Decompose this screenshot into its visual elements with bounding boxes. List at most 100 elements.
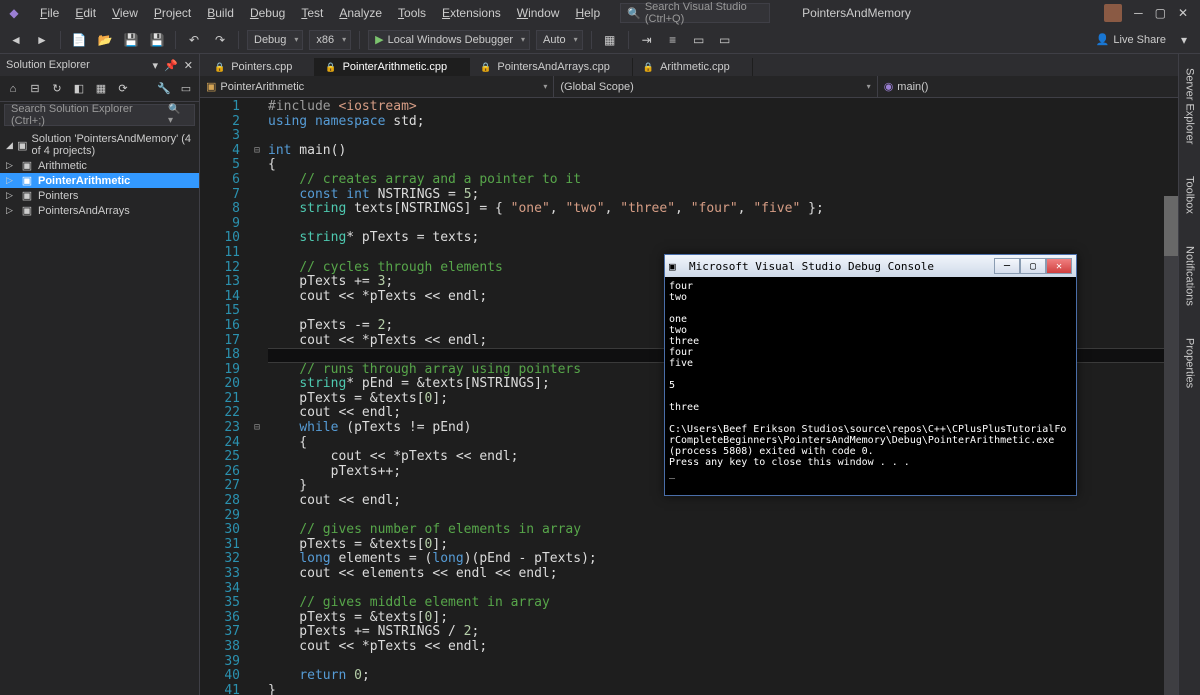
menu-build[interactable]: Build bbox=[199, 2, 242, 24]
menu-help[interactable]: Help bbox=[567, 2, 608, 24]
nav-forward-icon[interactable]: ► bbox=[32, 30, 52, 50]
toolbar-align-icon[interactable]: ≡ bbox=[663, 30, 683, 50]
menu-bar: ◆ FileEditViewProjectBuildDebugTestAnaly… bbox=[0, 0, 1200, 26]
tab-arithmetic-cpp[interactable]: 🔒Arithmetic.cpp bbox=[633, 58, 753, 76]
sync-icon[interactable]: ↻ bbox=[48, 80, 66, 98]
side-tab-toolbox[interactable]: Toolbox bbox=[1182, 170, 1198, 220]
document-tabs: 🔒Pointers.cpp🔒PointerArithmetic.cpp🔒Poin… bbox=[200, 54, 1200, 76]
scrollbar-thumb[interactable] bbox=[1164, 196, 1178, 256]
show-all-icon[interactable]: ▦ bbox=[92, 80, 110, 98]
live-share-icon: 👤 bbox=[1096, 33, 1110, 46]
start-debugging-button[interactable]: ▶ Local Windows Debugger bbox=[368, 30, 530, 50]
panel-close-icon[interactable]: ✕ bbox=[184, 59, 193, 72]
toolbar-icon[interactable]: ▦ bbox=[600, 30, 620, 50]
home-icon[interactable]: ⌂ bbox=[4, 80, 22, 98]
project-icon: ▣ bbox=[206, 80, 216, 93]
tab-pointers-cpp[interactable]: 🔒Pointers.cpp bbox=[204, 58, 315, 76]
save-icon[interactable]: 💾 bbox=[121, 30, 141, 50]
console-minimize-button[interactable]: ─ bbox=[994, 258, 1020, 274]
live-share-button[interactable]: 👤 Live Share bbox=[1096, 33, 1166, 46]
console-output: four two one two three four five 5 three… bbox=[665, 277, 1076, 483]
console-title: Microsoft Visual Studio Debug Console bbox=[689, 260, 934, 273]
solution-config-combo[interactable]: Debug bbox=[247, 30, 303, 50]
feedback-icon[interactable]: ▾ bbox=[1174, 30, 1194, 50]
menu-project[interactable]: Project bbox=[146, 2, 199, 24]
solution-explorer-header: Solution Explorer ▾ 📌 ✕ bbox=[0, 54, 199, 76]
minimize-button[interactable]: ─ bbox=[1134, 6, 1143, 20]
menu-extensions[interactable]: Extensions bbox=[434, 2, 509, 24]
quick-launch-search[interactable]: 🔍 Search Visual Studio (Ctrl+Q) bbox=[620, 3, 770, 23]
lock-icon: 🔒 bbox=[214, 62, 225, 73]
search-icon: 🔍 bbox=[627, 7, 641, 20]
redo-icon[interactable]: ↷ bbox=[210, 30, 230, 50]
console-maximize-button[interactable]: ▢ bbox=[1020, 258, 1046, 274]
solution-explorer-search[interactable]: Search Solution Explorer (Ctrl+;) 🔍 ▾ bbox=[4, 104, 195, 126]
save-all-icon[interactable]: 💾 bbox=[147, 30, 167, 50]
close-button[interactable]: ✕ bbox=[1178, 6, 1188, 20]
undo-icon[interactable]: ↶ bbox=[184, 30, 204, 50]
nav-back-icon[interactable]: ◄ bbox=[6, 30, 26, 50]
navigation-bar: ▣PointerArithmetic (Global Scope) ◉main(… bbox=[200, 76, 1200, 98]
console-titlebar[interactable]: ▣ Microsoft Visual Studio Debug Console … bbox=[665, 255, 1076, 277]
tab-pointerarithmetic-cpp[interactable]: 🔒PointerArithmetic.cpp bbox=[315, 58, 470, 76]
main-toolbar: ◄ ► 📄 📂 💾 💾 ↶ ↷ Debug x86 ▶ Local Window… bbox=[0, 26, 1200, 54]
pin-icon[interactable]: 📌 bbox=[164, 59, 178, 72]
lock-icon: 🔒 bbox=[325, 62, 336, 73]
function-icon: ◉ bbox=[884, 80, 894, 93]
user-avatar-icon[interactable] bbox=[1104, 4, 1122, 22]
play-icon: ▶ bbox=[375, 33, 383, 46]
menu-debug[interactable]: Debug bbox=[242, 2, 293, 24]
solution-explorer-title: Solution Explorer bbox=[6, 59, 90, 71]
menu-edit[interactable]: Edit bbox=[67, 2, 104, 24]
toolbar-uncomment-icon[interactable]: ▭ bbox=[715, 30, 735, 50]
preview-icon[interactable]: ▭ bbox=[177, 80, 195, 98]
side-tab-server-explorer[interactable]: Server Explorer bbox=[1182, 62, 1198, 150]
new-project-icon[interactable]: 📄 bbox=[69, 30, 89, 50]
project-icon: ▣ bbox=[20, 204, 34, 217]
auto-combo[interactable]: Auto bbox=[536, 30, 583, 50]
side-tab-properties[interactable]: Properties bbox=[1182, 332, 1198, 394]
solution-explorer-toolbar: ⌂ ⊟ ↻ ◧ ▦ ⟳ 🔧 ▭ bbox=[0, 76, 199, 102]
search-placeholder: Search Visual Studio (Ctrl+Q) bbox=[645, 1, 763, 25]
collapse-icon[interactable]: ⊟ bbox=[26, 80, 44, 98]
menu-view[interactable]: View bbox=[104, 2, 146, 24]
open-icon[interactable]: 📂 bbox=[95, 30, 115, 50]
toolbar-step-icon[interactable]: ⇥ bbox=[637, 30, 657, 50]
project-icon: ▣ bbox=[20, 189, 34, 202]
lock-icon: 🔒 bbox=[480, 62, 491, 73]
toolbar-comment-icon[interactable]: ▭ bbox=[689, 30, 709, 50]
navbar-scope[interactable]: (Global Scope) bbox=[554, 76, 877, 97]
navbar-project[interactable]: ▣PointerArithmetic bbox=[200, 76, 554, 97]
vs-logo-icon: ◆ bbox=[4, 3, 24, 23]
project-pointerarithmetic[interactable]: ▷▣PointerArithmetic bbox=[0, 173, 199, 188]
pending-icon[interactable]: ◧ bbox=[70, 80, 88, 98]
debug-console-window[interactable]: ▣ Microsoft Visual Studio Debug Console … bbox=[664, 254, 1077, 496]
search-dropdown-icon: 🔍 ▾ bbox=[168, 104, 188, 126]
menu-tools[interactable]: Tools bbox=[390, 2, 434, 24]
project-icon: ▣ bbox=[20, 174, 34, 187]
menu-test[interactable]: Test bbox=[293, 2, 331, 24]
project-pointersandarrays[interactable]: ▷▣PointersAndArrays bbox=[0, 203, 199, 218]
console-close-button[interactable]: ✕ bbox=[1046, 258, 1072, 274]
refresh-icon[interactable]: ⟳ bbox=[114, 80, 132, 98]
dropdown-icon[interactable]: ▾ bbox=[153, 59, 159, 72]
maximize-button[interactable]: ▢ bbox=[1155, 6, 1166, 20]
properties-icon[interactable]: 🔧 bbox=[155, 80, 173, 98]
solution-icon: ▣ bbox=[17, 139, 27, 152]
tab-pointersandarrays-cpp[interactable]: 🔒PointersAndArrays.cpp bbox=[470, 58, 633, 76]
side-tab-well: Server Explorer Toolbox Notifications Prope… bbox=[1178, 54, 1200, 695]
menu-window[interactable]: Window bbox=[509, 2, 568, 24]
lock-icon: 🔒 bbox=[643, 62, 654, 73]
solution-node[interactable]: ◢▣ Solution 'PointersAndMemory' (4 of 4 … bbox=[0, 132, 199, 158]
menu-file[interactable]: File bbox=[32, 2, 67, 24]
project-arithmetic[interactable]: ▷▣Arithmetic bbox=[0, 158, 199, 173]
solution-explorer-panel: Solution Explorer ▾ 📌 ✕ ⌂ ⊟ ↻ ◧ ▦ ⟳ 🔧 ▭ … bbox=[0, 54, 200, 695]
project-pointers[interactable]: ▷▣Pointers bbox=[0, 188, 199, 203]
vertical-scrollbar[interactable] bbox=[1164, 196, 1178, 695]
solution-platform-combo[interactable]: x86 bbox=[309, 30, 351, 50]
console-icon: ▣ bbox=[669, 260, 683, 273]
solution-tree: ◢▣ Solution 'PointersAndMemory' (4 of 4 … bbox=[0, 128, 199, 695]
side-tab-notifications[interactable]: Notifications bbox=[1182, 240, 1198, 312]
navbar-function[interactable]: ◉main() bbox=[878, 76, 1200, 97]
menu-analyze[interactable]: Analyze bbox=[331, 2, 390, 24]
